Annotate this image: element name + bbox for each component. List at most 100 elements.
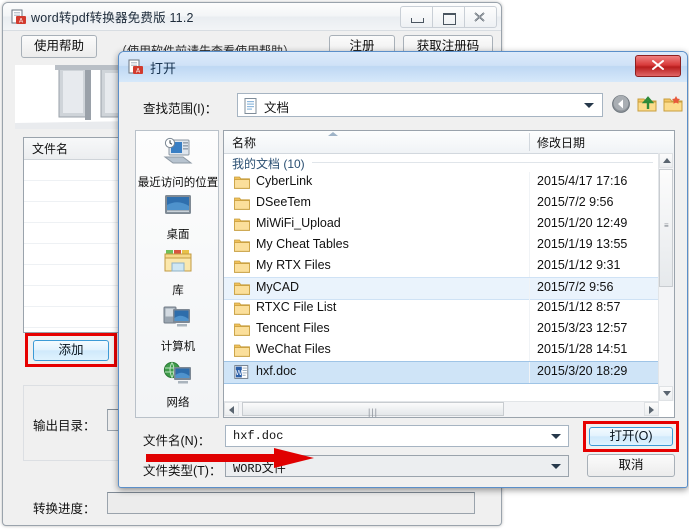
cell-divider [529,256,530,277]
file-date: 2015/1/12 9:31 [537,258,621,272]
cell-divider [529,340,530,361]
sort-ascending-icon [328,132,338,136]
scroll-left-button[interactable] [224,402,239,416]
place-recent[interactable]: 最近访问的位置 [136,137,220,190]
chevron-right-icon [649,406,654,414]
dialog-close-button[interactable] [635,55,681,77]
chevron-down-icon[interactable] [551,464,561,469]
file-name: MyCAD [256,280,300,294]
folder-icon [234,282,250,295]
table-row[interactable]: CyberLink 2015/4/17 17:16 [224,172,659,193]
file-date: 2015/4/17 17:16 [537,174,628,188]
table-row[interactable]: MyCAD 2015/7/2 9:56 [224,277,659,300]
annotation-arrow [146,448,314,468]
table-row[interactable]: My RTX Files 2015/1/12 9:31 [224,256,659,277]
place-network[interactable]: 网络 [136,361,220,410]
dialog-title: 打开 [150,61,177,76]
open-dialog: A 打开 查找范围(I)： 文档 最近访问的位置 桌面 库 计算机 网络 名称 … [118,51,688,488]
file-date: 2015/3/23 12:57 [537,321,628,335]
screenshot-root: A word转pdf转换器免费版 11.2 使用帮助 注册 获取注册码 （使用软… [0,0,689,532]
file-name: Tencent Files [256,321,330,335]
scroll-right-button[interactable] [644,402,659,416]
table-row[interactable]: DSeeTem 2015/7/2 9:56 [224,193,659,214]
place-label: 最近访问的位置 [137,177,219,189]
horizontal-scrollbar[interactable]: ||| [224,401,659,417]
place-computer[interactable]: 计算机 [136,305,220,354]
maximize-icon [443,13,456,25]
folder-icon [234,176,250,189]
file-name-value: hxf.doc [233,429,284,443]
place-label: 库 [172,285,184,297]
file-date: 2015/1/19 13:55 [537,237,628,251]
recent-places-icon [163,137,193,164]
place-libraries[interactable]: 库 [136,249,220,298]
folder-icon [234,218,250,231]
table-row[interactable]: Tencent Files 2015/3/23 12:57 [224,319,659,340]
new-folder-icon[interactable] [663,94,683,114]
file-name: CyberLink [256,174,313,188]
file-name-combo[interactable]: hxf.doc [225,425,569,447]
file-date: 2015/7/2 9:56 [537,280,614,294]
cell-divider [529,193,530,214]
thumb-grip: ≡ [664,221,669,230]
help-button[interactable]: 使用帮助 [21,35,97,58]
chevron-up-icon [663,158,671,163]
place-label: 桌面 [166,229,190,241]
place-label: 计算机 [160,341,196,353]
column-divider[interactable] [529,133,530,151]
document-icon [244,98,257,114]
file-list[interactable]: 名称 修改日期 我的文档 (10) CyberLink 2015/4/17 17… [223,130,675,418]
add-button[interactable]: 添加 [33,340,109,361]
svg-text:W: W [235,369,242,377]
scroll-up-button[interactable] [659,153,673,168]
look-in-combo[interactable]: 文档 [237,93,603,117]
table-row[interactable]: My Cheat Tables 2015/1/19 13:55 [224,235,659,256]
table-row[interactable]: MiWiFi_Upload 2015/1/20 12:49 [224,214,659,235]
table-row[interactable]: W hxf.doc 2015/3/20 18:29 [224,361,659,384]
app-pdf-icon: A [128,59,143,74]
file-date: 2015/3/20 18:29 [537,364,628,378]
minimize-button[interactable] [400,6,433,28]
folder-icon [234,260,250,273]
progress-label: 转换进度： [33,502,96,516]
vertical-scrollbar[interactable]: ≡ [658,153,674,401]
file-list-scroll-area: 我的文档 (10) CyberLink 2015/4/17 17:16 DSee… [224,153,659,401]
cell-divider [529,172,530,193]
table-row[interactable]: WeChat Files 2015/1/28 14:51 [224,340,659,361]
cancel-button[interactable]: 取消 [587,454,675,477]
chevron-down-icon[interactable] [551,434,561,439]
column-header-name[interactable]: 名称 [232,134,256,151]
chevron-left-icon [229,406,234,414]
file-list-header: 名称 修改日期 [224,131,674,154]
cell-divider [529,214,530,235]
open-button[interactable]: 打开(O) [589,427,673,446]
close-icon [652,60,664,70]
column-header-date[interactable]: 修改日期 [537,134,585,151]
scroll-down-button[interactable] [659,386,673,401]
back-icon[interactable] [611,94,631,114]
close-button[interactable] [464,6,497,28]
file-date: 2015/1/12 8:57 [537,300,621,314]
folder-icon [234,302,250,315]
chevron-down-icon [663,391,671,396]
maximize-button[interactable] [432,6,465,28]
scrollbar-thumb[interactable]: ≡ [659,169,673,287]
place-desktop[interactable]: 桌面 [136,193,220,242]
up-folder-icon[interactable] [637,94,657,114]
thumb-grip: ||| [368,407,379,417]
folder-icon [234,323,250,336]
folder-icon [234,197,250,210]
places-bar: 最近访问的位置 桌面 库 计算机 网络 [135,130,219,418]
word-document-icon: W [234,365,249,379]
minimize-icon [411,18,424,23]
scrollbar-thumb-h[interactable]: ||| [242,402,504,417]
place-label: 网络 [166,397,190,409]
table-row[interactable]: RTXC File List 2015/1/12 8:57 [224,298,659,319]
app-pdf-icon: A [11,9,26,24]
look-in-value: 文档 [264,101,290,115]
close-icon [474,12,485,22]
network-icon [163,361,191,384]
progress-bar [107,492,475,514]
cell-divider [529,319,530,340]
dialog-toolbar [611,92,689,118]
